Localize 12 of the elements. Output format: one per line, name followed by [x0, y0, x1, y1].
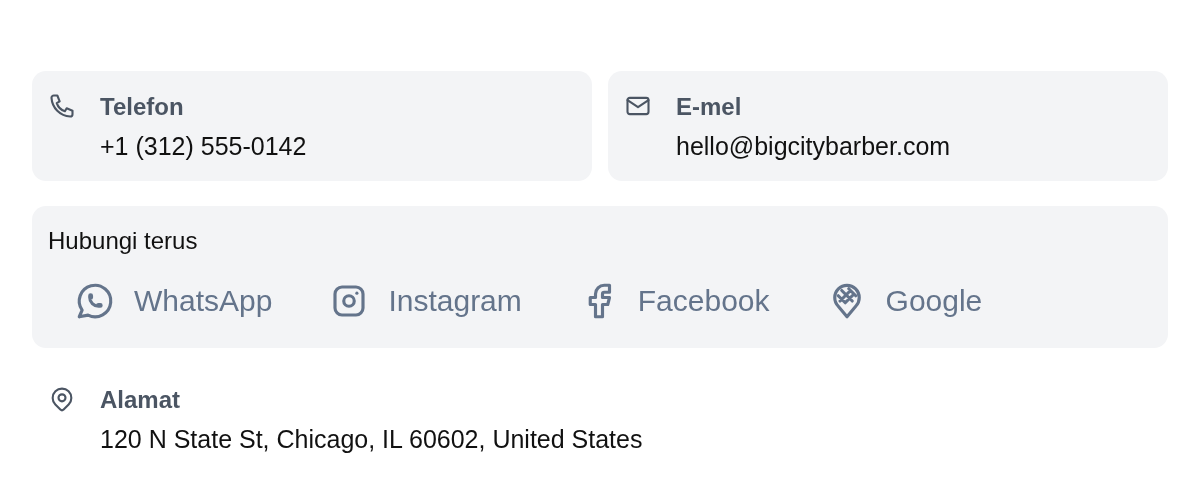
phone-icon — [48, 92, 76, 120]
contact-value: +1 (312) 555-0142 — [100, 131, 307, 162]
contact-label: Telefon — [100, 92, 185, 122]
contact-value: hello@bigcitybarber.com — [676, 131, 951, 162]
address-value: 120 N State St, Chicago, IL 60602, United States — [100, 424, 643, 455]
social-link[interactable]: Google — [825, 280, 983, 322]
section-title: Hubungi terus — [48, 226, 199, 256]
social-link[interactable]: Facebook — [577, 280, 770, 322]
social-link[interactable]: WhatsApp — [74, 280, 273, 322]
social-link[interactable]: Instagram — [328, 280, 522, 322]
contact-label: E-mel — [676, 92, 743, 122]
address-label: Alamat — [100, 385, 182, 415]
